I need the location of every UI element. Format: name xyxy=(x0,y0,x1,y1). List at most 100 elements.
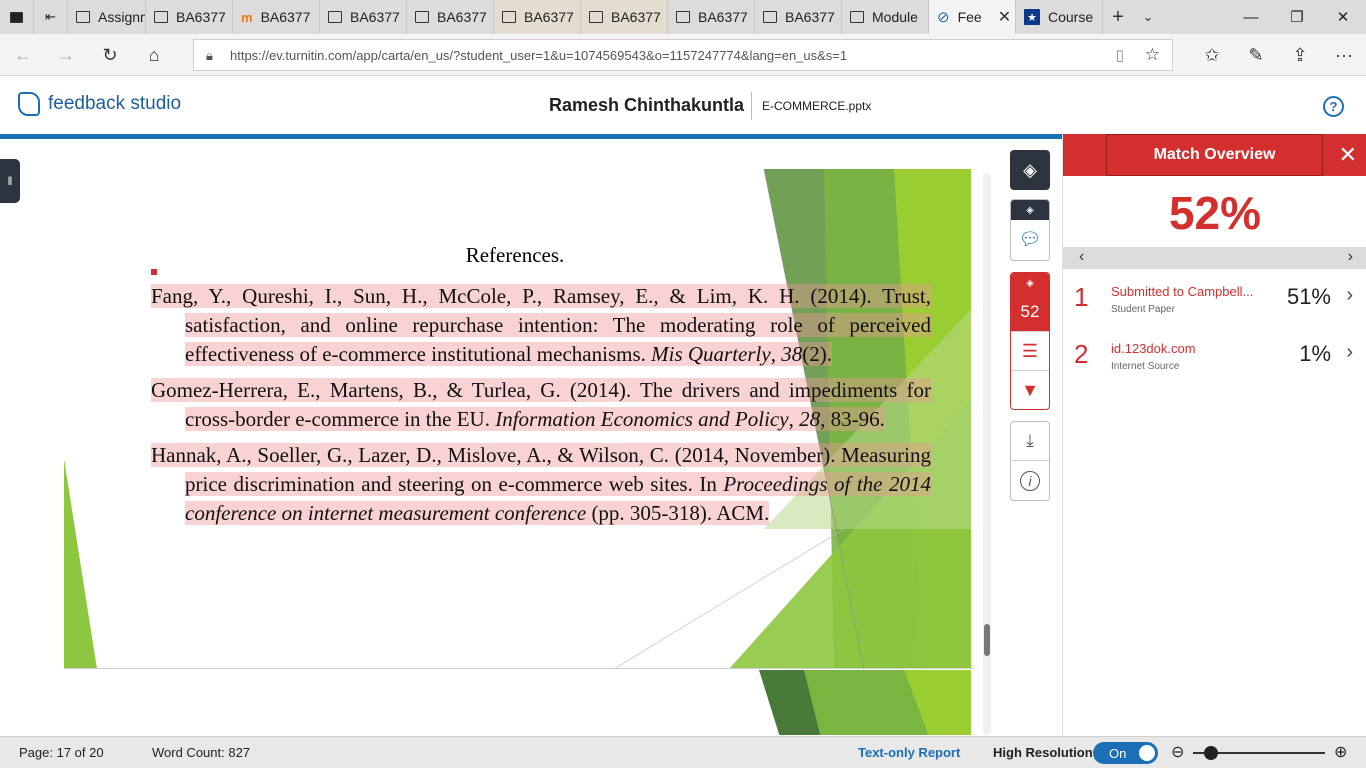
app-header: feedback studio Ramesh Chinthakuntla E-C… xyxy=(0,76,1366,136)
close-window-button[interactable]: ✕ xyxy=(1320,0,1366,34)
similarity-score: 52 xyxy=(1020,302,1040,321)
browser-tab-7[interactable]: BA6377 xyxy=(494,0,581,34)
back-button[interactable]: ← xyxy=(10,42,36,68)
highlighted-match[interactable]: Hannak, A., Soeller, G., Lazer, D., Misl… xyxy=(151,443,931,525)
browser-tab-active[interactable]: ⊘ Fee ✕ xyxy=(929,0,1016,34)
similarity-layer-tab[interactable]: ◈ xyxy=(1011,273,1049,293)
match-index: 2 xyxy=(1074,339,1089,369)
page-icon xyxy=(763,11,777,23)
browser-tab-strip: ⇤ Assignm BA6377 m BA6377 BA6377 BA6377 … xyxy=(0,0,1366,34)
pen-icon[interactable]: ✎ xyxy=(1243,42,1269,68)
text-only-report-link[interactable]: Text-only Report xyxy=(858,745,960,760)
chevron-right-icon[interactable]: › xyxy=(1348,248,1353,266)
browser-tab-11[interactable]: Module xyxy=(842,0,929,34)
layers-button[interactable]: ◈ xyxy=(1010,150,1050,190)
favorites-hub-icon[interactable]: ✩ xyxy=(1199,42,1225,68)
refresh-button[interactable]: ↻ xyxy=(97,42,123,68)
chevron-right-icon[interactable]: › xyxy=(1346,284,1353,307)
page-indicator[interactable]: Page: 17 of 20 xyxy=(19,745,104,760)
browser-tab-2[interactable]: Assignm xyxy=(68,0,146,34)
panel-title: Match Overview xyxy=(1106,134,1323,176)
layers-icon: ◈ xyxy=(1026,277,1034,289)
layers-icon: ◈ xyxy=(1023,159,1037,180)
brand[interactable]: feedback studio xyxy=(18,92,181,116)
page-icon xyxy=(502,11,516,23)
browser-tab-3[interactable]: BA6377 xyxy=(146,0,233,34)
help-icon[interactable]: ? xyxy=(1323,96,1344,117)
chevron-right-icon[interactable]: › xyxy=(1346,341,1353,364)
address-bar[interactable]: 🔒︎ https://ev.turnitin.com/app/carta/en_… xyxy=(193,39,1173,71)
close-icon[interactable]: ✕ xyxy=(1339,144,1357,166)
grading-tool-group: ◈ 💬︎ xyxy=(1010,199,1050,261)
info-button[interactable]: i xyxy=(1011,461,1049,500)
zoom-out-icon[interactable]: ⊖ xyxy=(1171,742,1184,762)
tab-list-chevron-icon[interactable]: ⌄ xyxy=(1133,9,1163,25)
browser-tab-13[interactable]: ★ Course xyxy=(1016,0,1103,34)
match-type: Internet Source xyxy=(1111,361,1180,372)
ref-volume: 28 xyxy=(799,407,821,431)
reference-item[interactable]: Fang, Y., Qureshi, I., Sun, H., McCole, … xyxy=(151,282,931,369)
tab-label: Assignm xyxy=(98,9,145,25)
high-resolution-toggle[interactable]: On xyxy=(1093,742,1158,764)
close-tab-icon[interactable]: ✕ xyxy=(998,7,1011,27)
forward-button[interactable]: → xyxy=(53,42,79,68)
status-bar: Page: 17 of 20 Word Count: 827 Text-only… xyxy=(0,736,1366,768)
tab-label: BA6377 xyxy=(785,9,835,25)
tab-manager-button[interactable] xyxy=(0,0,34,34)
browser-tab-9[interactable]: BA6377 xyxy=(668,0,755,34)
browser-tab-6[interactable]: BA6377 xyxy=(407,0,494,34)
favorite-star-icon[interactable]: ☆ xyxy=(1145,45,1160,65)
slide-title: References. xyxy=(465,243,565,267)
high-resolution-label: High Resolution xyxy=(993,745,1093,760)
tab-label: BA6377 xyxy=(260,9,311,25)
tab-label: Course xyxy=(1048,9,1094,25)
ref-journal: Mis Quarterly xyxy=(651,342,771,366)
zoom-slider-thumb[interactable] xyxy=(1204,746,1219,760)
document-viewer[interactable]: References. Fang, Y., Qureshi, I., Sun, … xyxy=(0,139,1000,735)
download-button[interactable]: ⤓ xyxy=(1011,422,1049,461)
match-overview-panel: Match Overview ✕ 52% ‹ › 1 Submitted to … xyxy=(1062,134,1366,736)
page-icon xyxy=(76,11,90,23)
highlighted-match[interactable]: Fang, Y., Qureshi, I., Sun, H., McCole, … xyxy=(151,284,931,366)
match-item[interactable]: 2 id.123dok.com Internet Source 1% › xyxy=(1063,333,1366,389)
similarity-score-button[interactable]: 52 xyxy=(1011,293,1049,332)
home-button[interactable]: ⌂ xyxy=(141,42,167,68)
match-index: 1 xyxy=(1074,282,1089,312)
tab-manager-icon xyxy=(10,11,23,23)
restore-button[interactable]: ❐ xyxy=(1274,0,1320,34)
match-flag-icon[interactable] xyxy=(151,269,157,275)
browser-tab-10[interactable]: BA6377 xyxy=(755,0,842,34)
match-source: id.123dok.com xyxy=(1111,341,1196,356)
highlighted-match[interactable]: Gomez-Herrera, E., Martens, B., & Turlea… xyxy=(151,378,931,431)
share-icon[interactable]: ⇪ xyxy=(1287,42,1313,68)
student-name: Ramesh Chinthakuntla xyxy=(549,95,745,115)
grading-layer-tab[interactable]: ◈ xyxy=(1011,200,1049,220)
toggle-state: On xyxy=(1109,745,1127,761)
chevron-left-icon[interactable]: ‹ xyxy=(1079,248,1084,266)
panel-header: Match Overview ✕ xyxy=(1063,134,1366,176)
filter-button[interactable]: ▼ xyxy=(1011,371,1049,409)
tab-label: BA6377 xyxy=(524,9,574,25)
minimize-button[interactable]: — xyxy=(1228,0,1274,34)
scrollbar-thumb[interactable] xyxy=(984,624,990,656)
browser-tab-8[interactable]: BA6377 xyxy=(581,0,668,34)
reference-item[interactable]: Hannak, A., Soeller, G., Lazer, D., Misl… xyxy=(151,441,931,528)
all-sources-button[interactable]: ☰ xyxy=(1011,332,1049,371)
match-item[interactable]: 1 Submitted to Campbell... Student Paper… xyxy=(1063,276,1366,332)
new-tab-button[interactable]: + xyxy=(1103,6,1133,29)
info-icon: i xyxy=(1020,470,1040,491)
comments-button[interactable]: 💬︎ xyxy=(1011,220,1049,259)
reference-item[interactable]: Gomez-Herrera, E., Martens, B., & Turlea… xyxy=(151,376,931,434)
zoom-in-icon[interactable]: ⊕ xyxy=(1334,742,1347,762)
browser-tab-5[interactable]: BA6377 xyxy=(320,0,407,34)
match-type: Student Paper xyxy=(1111,304,1175,315)
feedback-studio-logo-icon xyxy=(18,92,40,116)
left-panel-toggle[interactable]: ‖ xyxy=(0,159,20,203)
reading-view-icon[interactable]: ▯ xyxy=(1116,46,1124,64)
turnitin-icon: ⊘ xyxy=(937,9,950,26)
browser-tab-4[interactable]: m BA6377 xyxy=(233,0,320,34)
page-icon xyxy=(850,11,864,23)
more-icon[interactable]: ··· xyxy=(1331,42,1357,68)
tabs-aside-button[interactable]: ⇤ xyxy=(34,0,68,34)
similarity-tool-group: ◈ 52 ☰ ▼ xyxy=(1010,272,1050,410)
